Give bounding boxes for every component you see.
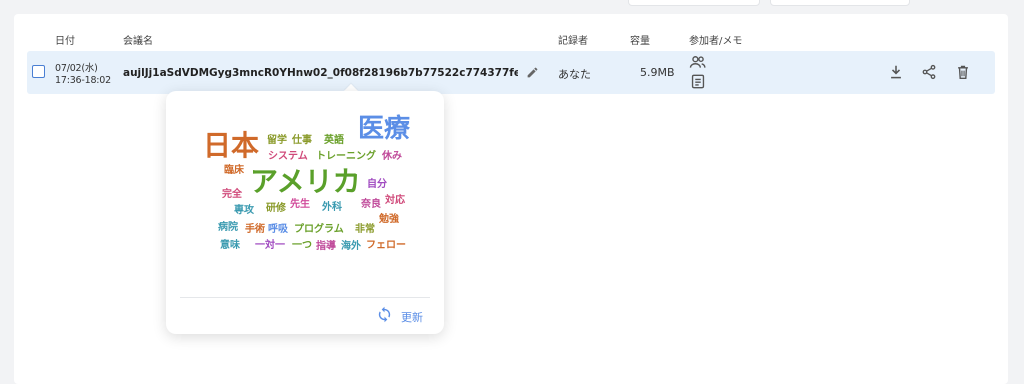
refresh-button-label[interactable]: 更新 xyxy=(401,309,423,325)
row-checkbox[interactable] xyxy=(32,65,45,78)
word-cloud-word: 勉強 xyxy=(379,214,399,225)
word-cloud-word: トレーニング xyxy=(316,151,376,162)
row-time: 17:36-18:02 xyxy=(55,75,111,86)
word-cloud-word: 一つ xyxy=(292,240,312,251)
word-cloud-word: 手術 xyxy=(245,224,265,235)
word-cloud-word: 英語 xyxy=(324,135,344,146)
word-cloud-word: 専攻 xyxy=(234,205,254,216)
word-cloud-word: 臨床 xyxy=(224,165,244,176)
word-cloud-word: アメリカ xyxy=(250,165,361,198)
word-cloud-word: 海外 xyxy=(341,241,361,252)
word-cloud-word: 休み xyxy=(382,151,402,162)
row-size: 5.9MB xyxy=(640,66,675,79)
word-cloud-word: 研修 xyxy=(266,203,286,214)
header-date: 日付 xyxy=(55,36,75,47)
word-cloud-word: 留学 xyxy=(267,135,287,146)
header-size: 容量 xyxy=(630,36,650,47)
word-cloud-word: 病院 xyxy=(218,222,238,233)
word-cloud-word: 先生 xyxy=(290,199,310,210)
word-cloud-word: プログラム xyxy=(294,224,344,235)
trash-icon[interactable] xyxy=(956,64,970,80)
word-cloud-word: フェロー xyxy=(366,240,406,251)
memo-icon[interactable] xyxy=(691,74,705,89)
refresh-icon[interactable] xyxy=(376,306,393,323)
word-cloud-word: 対応 xyxy=(385,195,405,206)
word-cloud-word: 指導 xyxy=(316,241,336,252)
word-cloud-word: 奈良 xyxy=(361,199,381,210)
word-cloud-word: 自分 xyxy=(367,179,387,190)
row-meeting-title[interactable]: aujlJj1aSdVDMGyg3mncR0YHnw02_0f08f28196b… xyxy=(123,67,518,79)
word-cloud-word: 医療 xyxy=(358,114,411,144)
word-cloud-word: 意味 xyxy=(220,240,240,251)
edit-pencil-icon[interactable] xyxy=(526,66,539,79)
word-cloud-word: 一対一 xyxy=(255,240,285,251)
word-cloud-word: 外科 xyxy=(322,202,342,213)
word-cloud-word: 非常 xyxy=(355,224,375,235)
popup-divider xyxy=(180,297,430,298)
row-date: 07/02(水) xyxy=(55,63,98,74)
word-cloud-word: 完全 xyxy=(222,189,242,200)
header-meeting-name: 会議名 xyxy=(123,36,153,47)
top-filter-field-2[interactable] xyxy=(770,0,910,6)
word-cloud-word: 仕事 xyxy=(292,135,312,146)
word-cloud-word: システム xyxy=(268,151,308,162)
header-recorder: 記録者 xyxy=(558,36,588,47)
top-filter-field-1[interactable] xyxy=(628,0,760,6)
row-recorder: あなた xyxy=(558,68,591,81)
header-participants-memo: 参加者/メモ xyxy=(689,36,743,47)
share-icon[interactable] xyxy=(921,64,937,80)
download-icon[interactable] xyxy=(889,64,903,80)
participants-icon[interactable] xyxy=(689,55,706,69)
word-cloud-word: 呼吸 xyxy=(268,224,288,235)
word-cloud-word: 日本 xyxy=(203,129,260,162)
